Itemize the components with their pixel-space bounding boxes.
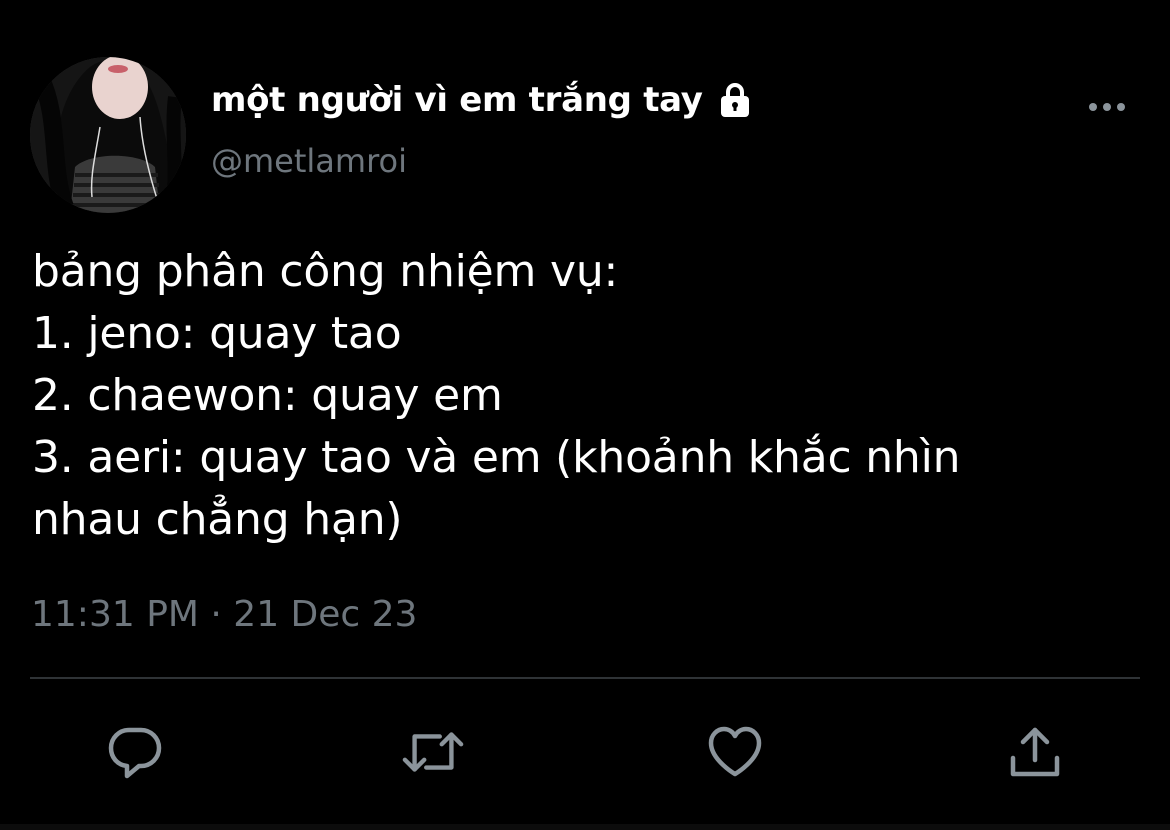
- reply-icon: [108, 727, 162, 779]
- reply-button[interactable]: [103, 720, 167, 784]
- avatar-image: [30, 57, 186, 213]
- lock-icon: [715, 80, 755, 120]
- tweet-line: 1. jeno: quay tao: [32, 308, 402, 359]
- tweet-timestamp[interactable]: 11:31 PM · 21 Dec 23: [31, 594, 417, 635]
- retweet-icon: [402, 732, 464, 772]
- more-options-button[interactable]: [1082, 90, 1132, 124]
- tweet-text: bảng phân công nhiệm vụ: 1. jeno: quay t…: [32, 241, 1142, 551]
- tweet-line: 3. aeri: quay tao và em (khoảnh khắc nhì…: [32, 432, 961, 483]
- avatar[interactable]: [30, 57, 186, 213]
- retweet-button[interactable]: [401, 720, 465, 784]
- display-name[interactable]: một người vì em trắng tay: [211, 80, 703, 120]
- bottom-edge: [0, 824, 1170, 830]
- tweet-line: nhau chẳng hạn): [32, 494, 403, 545]
- more-icon: [1089, 103, 1125, 111]
- share-icon: [1010, 727, 1060, 777]
- display-name-row: một người vì em trắng tay: [211, 78, 755, 122]
- share-button[interactable]: [1003, 720, 1067, 784]
- tweet-line: bảng phân công nhiệm vụ:: [32, 246, 619, 297]
- like-icon: [708, 726, 762, 777]
- user-handle[interactable]: @metlamroi: [211, 142, 407, 180]
- divider: [30, 677, 1140, 679]
- like-button[interactable]: [703, 720, 767, 784]
- tweet-line: 2. chaewon: quay em: [32, 370, 503, 421]
